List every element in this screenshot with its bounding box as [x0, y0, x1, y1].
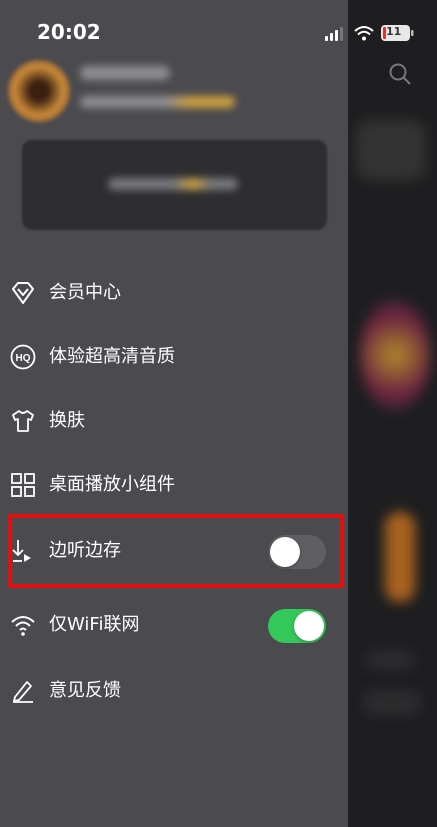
- toggle-knob: [294, 611, 324, 641]
- menu-item-label: 意见反馈: [49, 680, 121, 701]
- wifi-only-toggle[interactable]: [268, 609, 326, 643]
- side-drawer: 会员中心 HQ 体验超高清音质 换肤 桌面播放小组件 边听边存 仅WiFi联网 …: [0, 0, 348, 827]
- wifi-status-icon: [354, 26, 374, 41]
- status-time: 20:02: [37, 20, 101, 44]
- menu-item-vip-center[interactable]: 会员中心: [0, 268, 348, 318]
- menu-item-label: 换肤: [49, 410, 85, 431]
- menu-item-label: 仅WiFi联网: [49, 614, 140, 635]
- vip-promo-text-blurred: [108, 178, 238, 190]
- vip-diamond-icon: [12, 282, 34, 304]
- background-blurred-content: [365, 650, 415, 670]
- background-blurred-content: [356, 120, 426, 180]
- svg-text:HQ: HQ: [16, 353, 31, 364]
- menu-item-label: 桌面播放小组件: [49, 474, 175, 495]
- menu-item-skin[interactable]: 换肤: [0, 396, 348, 446]
- menu-item-wifi-only[interactable]: 仅WiFi联网: [0, 600, 348, 650]
- menu-item-label: 体验超高清音质: [49, 346, 175, 367]
- pen-icon: [13, 681, 33, 703]
- status-icons: [325, 25, 414, 41]
- background-blurred-content: [385, 512, 415, 602]
- menu-item-desktop-widget[interactable]: 桌面播放小组件: [0, 460, 348, 510]
- search-icon[interactable]: [389, 63, 411, 85]
- menu-item-label: 会员中心: [49, 282, 121, 303]
- widget-grid-icon: [11, 473, 35, 497]
- user-level-blurred: [80, 96, 235, 108]
- menu-item-hq-audio[interactable]: HQ 体验超高清音质: [0, 332, 348, 382]
- hq-icon: HQ: [10, 344, 36, 370]
- avatar[interactable]: [8, 60, 70, 122]
- wifi-icon: [11, 616, 35, 636]
- highlight-box: [8, 514, 344, 588]
- username-blurred[interactable]: [80, 66, 170, 80]
- cellular-signal-icon: [325, 27, 343, 41]
- battery-level: 11: [386, 25, 402, 38]
- background-blurred-content: [362, 690, 422, 715]
- menu-item-feedback[interactable]: 意见反馈: [0, 666, 348, 716]
- tshirt-icon: [12, 410, 34, 432]
- background-blurred-artwork: [360, 300, 430, 410]
- status-bar: 20:02 11: [0, 0, 437, 60]
